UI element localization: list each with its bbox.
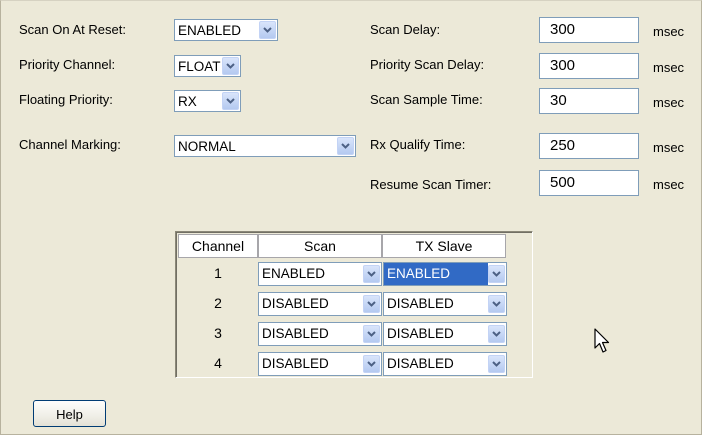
tx-slave-select[interactable]: DISABLED (383, 352, 507, 376)
chevron-down-icon[interactable] (488, 295, 505, 313)
tx-slave-select[interactable]: ENABLED (383, 262, 507, 286)
chevron-down-icon[interactable] (488, 355, 505, 373)
chevron-down-icon[interactable] (488, 265, 505, 283)
priority-scan-delay-label: Priority Scan Delay: (370, 57, 485, 72)
priority-scan-delay-input[interactable]: 300 (539, 53, 639, 79)
priority-channel-value: FLOAT (178, 58, 221, 74)
chevron-down-icon[interactable] (222, 92, 239, 110)
channel-number: 1 (214, 265, 222, 281)
tx-slave-value: DISABLED (387, 296, 454, 311)
table-header-channel: Channel (178, 234, 258, 258)
scan-sample-time-input[interactable]: 30 (539, 88, 639, 114)
scan-sample-time-unit: msec (653, 95, 685, 110)
scan-value: DISABLED (262, 296, 329, 311)
channel-marking-select[interactable]: NORMAL (174, 135, 356, 157)
channel-marking-value: NORMAL (178, 138, 236, 154)
scan-delay-label: Scan Delay: (370, 22, 441, 37)
channel-marking-label: Channel Marking: (19, 137, 121, 152)
tx-slave-value: DISABLED (387, 326, 454, 341)
chevron-down-icon[interactable] (363, 325, 380, 343)
resume-scan-timer-input[interactable]: 500 (539, 170, 639, 196)
rx-qualify-time-label: Rx Qualify Time: (370, 137, 466, 152)
floating-priority-select[interactable]: RX (174, 90, 241, 112)
scan-select[interactable]: ENABLED (258, 262, 382, 286)
rx-qualify-time-input[interactable]: 250 (539, 133, 639, 159)
chevron-down-icon[interactable] (259, 21, 276, 39)
table-header-tx-slave: TX Slave (382, 234, 506, 258)
channel-number: 4 (214, 355, 222, 371)
tx-slave-value: ENABLED (384, 263, 488, 285)
chevron-down-icon[interactable] (363, 265, 380, 283)
chevron-down-icon[interactable] (222, 57, 239, 75)
tx-slave-select[interactable]: DISABLED (383, 292, 507, 316)
scan-on-reset-label: Scan On At Reset: (19, 22, 126, 37)
scan-value: DISABLED (262, 326, 329, 341)
tx-slave-select[interactable]: DISABLED (383, 322, 507, 346)
scan-select[interactable]: DISABLED (258, 352, 382, 376)
channel-number: 3 (214, 325, 222, 341)
priority-scan-delay-unit: msec (653, 60, 685, 75)
help-button[interactable]: Help (33, 400, 106, 427)
channel-number: 2 (214, 295, 222, 311)
scan-on-reset-select[interactable]: ENABLED (174, 19, 278, 41)
scan-value: ENABLED (262, 266, 326, 281)
tx-slave-value: DISABLED (387, 356, 454, 371)
priority-channel-label: Priority Channel: (19, 57, 116, 72)
scan-value: DISABLED (262, 356, 329, 371)
floating-priority-label: Floating Priority: (19, 92, 113, 107)
resume-scan-timer-unit: msec (653, 177, 685, 192)
chevron-down-icon[interactable] (337, 137, 354, 155)
mouse-pointer-icon (594, 328, 610, 357)
resume-scan-timer-label: Resume Scan Timer: (370, 177, 492, 192)
chevron-down-icon[interactable] (363, 355, 380, 373)
scan-select[interactable]: DISABLED (258, 292, 382, 316)
scan-sample-time-label: Scan Sample Time: (370, 92, 483, 107)
scan-delay-unit: msec (653, 24, 685, 39)
scan-on-reset-value: ENABLED (178, 22, 242, 38)
rx-qualify-time-unit: msec (653, 140, 685, 155)
chevron-down-icon[interactable] (363, 295, 380, 313)
table-header-scan: Scan (258, 234, 382, 258)
chevron-down-icon[interactable] (488, 325, 505, 343)
floating-priority-value: RX (178, 93, 197, 109)
scan-select[interactable]: DISABLED (258, 322, 382, 346)
priority-channel-select[interactable]: FLOAT (174, 55, 241, 77)
scan-delay-input[interactable]: 300 (539, 17, 639, 43)
